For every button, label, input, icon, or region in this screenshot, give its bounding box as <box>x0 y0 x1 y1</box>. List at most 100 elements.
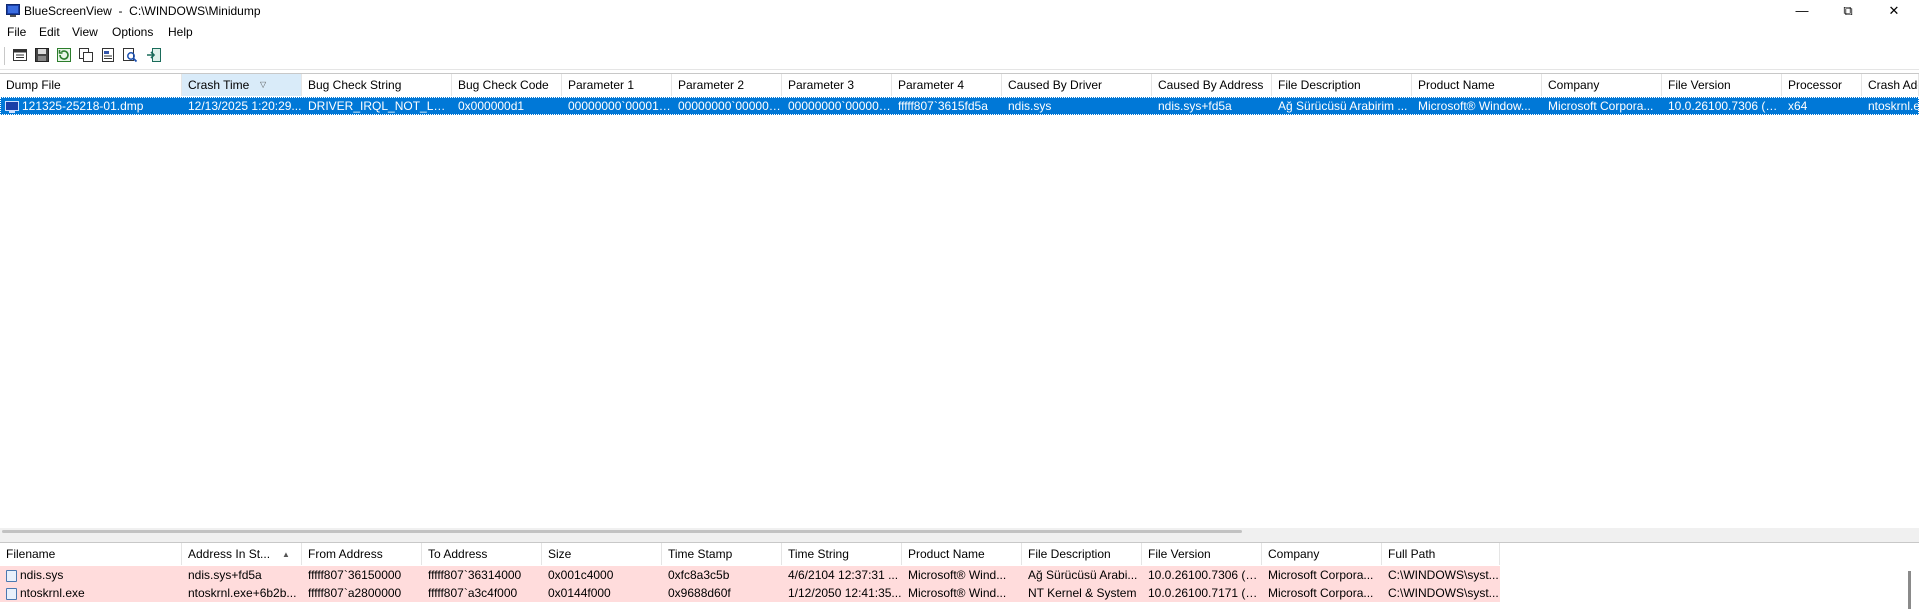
crash-address-cell: ntoskrnl.e <box>1868 99 1919 113</box>
col-address-in-stack-label: Address In St... <box>188 547 271 561</box>
col-company-lower[interactable]: Company <box>1262 543 1382 565</box>
time-stamp-cell: 0xfc8a3c5b <box>668 568 730 582</box>
driver-row[interactable]: ntoskrnl.exe ntoskrnl.exe+6b2b... fffff8… <box>0 584 1500 602</box>
col-filename[interactable]: Filename <box>0 543 182 565</box>
col-bug-check-code[interactable]: Bug Check Code <box>452 74 562 96</box>
find-icon[interactable] <box>122 47 138 63</box>
col-parameter-1[interactable]: Parameter 1 <box>562 74 672 96</box>
report-icon[interactable] <box>100 47 116 63</box>
address-in-stack-cell: ndis.sys+fd5a <box>188 568 262 582</box>
to-address-cell: fffff807`36314000 <box>428 568 522 582</box>
driver-list[interactable]: Filename Address In St... ▲ From Address … <box>0 543 1919 609</box>
col-dump-file[interactable]: Dump File <box>0 74 182 96</box>
driver-file-icon <box>6 587 17 600</box>
bug-check-string-cell: DRIVER_IRQL_NOT_LESS... <box>308 99 452 113</box>
to-address-cell: fffff807`a3c4f000 <box>428 586 518 600</box>
driver-file-icon <box>6 569 17 582</box>
col-product-name-lower[interactable]: Product Name <box>902 543 1022 565</box>
close-button[interactable]: ✕ <box>1871 0 1917 22</box>
col-file-version[interactable]: File Version <box>1662 74 1782 96</box>
col-crash-time[interactable]: Crash Time ▽ <box>182 74 302 96</box>
size-cell: 0x001c4000 <box>548 568 614 582</box>
filename-cell: ntoskrnl.exe <box>0 584 182 602</box>
product-name-cell: Microsoft® Wind... <box>908 568 1007 582</box>
col-time-stamp[interactable]: Time Stamp <box>662 543 782 565</box>
filename-text: ntoskrnl.exe <box>20 586 85 600</box>
address-in-stack-cell: ntoskrnl.exe+6b2b... <box>188 586 297 600</box>
col-processor[interactable]: Processor <box>1782 74 1862 96</box>
col-file-description[interactable]: File Description <box>1272 74 1412 96</box>
menu-view[interactable]: View <box>72 25 98 39</box>
col-company[interactable]: Company <box>1542 74 1662 96</box>
menu-edit[interactable]: Edit <box>39 25 60 39</box>
file-description-cell: Ağ Sürücüsü Arabi... <box>1028 568 1138 582</box>
product-name-cell: Microsoft® Window... <box>1418 99 1531 113</box>
refresh-icon[interactable] <box>56 47 72 63</box>
col-time-string[interactable]: Time String <box>782 543 902 565</box>
window-title: BlueScreenView - C:\WINDOWS\Minidump <box>24 4 261 18</box>
dump-file-name: 121325-25218-01.dmp <box>22 99 144 113</box>
title-bar: BlueScreenView - C:\WINDOWS\Minidump — ⧉… <box>0 0 1919 22</box>
from-address-cell: fffff807`a2800000 <box>308 586 402 600</box>
full-path-cell: C:\WINDOWS\syst... <box>1388 586 1499 600</box>
toolbar <box>0 43 1919 70</box>
driver-row[interactable]: ndis.sys ndis.sys+fd5a fffff807`36150000… <box>0 566 1500 584</box>
time-string-cell: 4/6/2104 12:37:31 ... <box>788 568 899 582</box>
horizontal-scrollbar[interactable] <box>0 528 1919 536</box>
col-product-name[interactable]: Product Name <box>1412 74 1542 96</box>
dump-list[interactable]: Dump File Crash Time ▽ Bug Check String B… <box>0 73 1919 529</box>
from-address-cell: fffff807`36150000 <box>308 568 402 582</box>
toolbar-separator <box>4 47 8 65</box>
col-caused-by-address[interactable]: Caused By Address <box>1152 74 1272 96</box>
vertical-scroll-thumb[interactable] <box>1908 571 1911 609</box>
col-address-in-stack[interactable]: Address In St... ▲ <box>182 543 302 565</box>
col-file-description-lower[interactable]: File Description <box>1022 543 1142 565</box>
col-bug-check-string[interactable]: Bug Check String <box>302 74 452 96</box>
col-crash-address[interactable]: Crash Adc <box>1862 74 1919 96</box>
menu-bar: File Edit View Options Help <box>0 22 1919 42</box>
horizontal-scroll-thumb[interactable] <box>2 530 1242 533</box>
minimize-button[interactable]: — <box>1779 0 1825 22</box>
time-string-cell: 1/12/2050 12:41:35... <box>788 586 902 600</box>
col-size[interactable]: Size <box>542 543 662 565</box>
menu-help[interactable]: Help <box>168 25 193 39</box>
copy-icon[interactable] <box>78 47 94 63</box>
dump-row[interactable]: 121325-25218-01.dmp 12/13/2025 1:20:29..… <box>0 97 1919 115</box>
file-version-cell: 10.0.26100.7306 (W... <box>1668 99 1782 113</box>
full-path-cell: C:\WINDOWS\syst... <box>1388 568 1499 582</box>
col-parameter-2[interactable]: Parameter 2 <box>672 74 782 96</box>
bug-check-code-cell: 0x000000d1 <box>458 99 525 113</box>
col-file-version-lower[interactable]: File Version <box>1142 543 1262 565</box>
file-version-cell: 10.0.26100.7306 (W... <box>1148 568 1262 582</box>
sort-ascending-icon: ▲ <box>282 550 290 559</box>
exit-icon[interactable] <box>146 47 162 63</box>
file-version-cell: 10.0.26100.7171 (W... <box>1148 586 1262 600</box>
col-parameter-4[interactable]: Parameter 4 <box>892 74 1002 96</box>
col-to-address[interactable]: To Address <box>422 543 542 565</box>
col-crash-time-label: Crash Time <box>188 78 250 92</box>
pane-splitter[interactable] <box>0 536 1919 543</box>
parameter-1-cell: 00000000`000010... <box>568 99 672 113</box>
vertical-scrollbar[interactable] <box>1905 565 1913 609</box>
col-caused-by-driver[interactable]: Caused By Driver <box>1002 74 1152 96</box>
crash-time-cell: 12/13/2025 1:20:29... <box>188 99 302 113</box>
company-cell: Microsoft Corpora... <box>1268 586 1374 600</box>
app-icon <box>6 4 20 17</box>
col-full-path[interactable]: Full Path <box>1382 543 1500 565</box>
save-icon[interactable] <box>34 47 50 63</box>
col-parameter-3[interactable]: Parameter 3 <box>782 74 892 96</box>
size-cell: 0x0144f000 <box>548 586 611 600</box>
parameter-3-cell: 00000000`000000... <box>788 99 892 113</box>
sort-descending-icon: ▽ <box>260 80 267 89</box>
col-from-address[interactable]: From Address <box>302 543 422 565</box>
time-stamp-cell: 0x9688d60f <box>668 586 731 600</box>
file-description-cell: NT Kernel & System <box>1028 586 1137 600</box>
properties-icon[interactable] <box>12 47 28 63</box>
filename-cell: ndis.sys <box>0 566 182 584</box>
caused-by-address-cell: ndis.sys+fd5a <box>1158 99 1232 113</box>
maximize-button[interactable]: ⧉ <box>1825 0 1871 22</box>
processor-cell: x64 <box>1788 99 1808 113</box>
menu-file[interactable]: File <box>7 25 26 39</box>
dump-file-cell: 121325-25218-01.dmp <box>0 97 182 115</box>
menu-options[interactable]: Options <box>112 25 153 39</box>
